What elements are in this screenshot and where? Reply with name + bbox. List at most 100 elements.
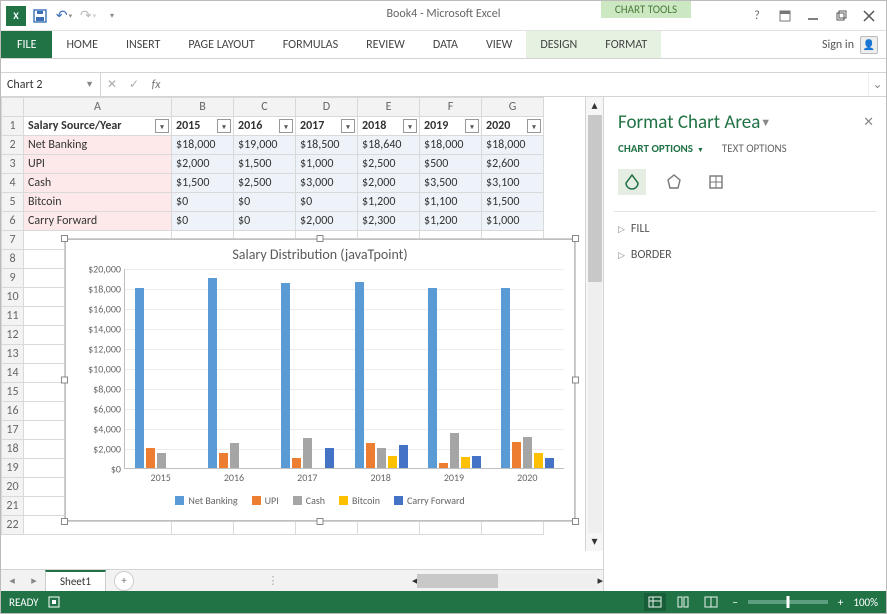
chart-legend[interactable]: Net BankingUPICashBitcoinCarry Forward bbox=[66, 494, 574, 507]
cell[interactable]: $1,000 bbox=[296, 155, 358, 174]
row-header[interactable]: 10 bbox=[2, 288, 24, 307]
chart-bar[interactable] bbox=[366, 443, 375, 468]
cell[interactable]: 2015▾ bbox=[172, 117, 234, 136]
cell[interactable]: $1,200 bbox=[420, 212, 482, 231]
row-header[interactable]: 8 bbox=[2, 250, 24, 269]
row-header[interactable]: 1 bbox=[2, 117, 24, 136]
cell[interactable]: $2,600 bbox=[482, 155, 544, 174]
sign-in-button[interactable]: Sign in 👤 bbox=[822, 31, 886, 58]
chart-bar[interactable] bbox=[545, 458, 554, 468]
chart-bar[interactable] bbox=[281, 283, 290, 468]
cell[interactable]: $3,100 bbox=[482, 174, 544, 193]
chart-bar[interactable] bbox=[377, 448, 386, 468]
cell[interactable]: Bitcoin bbox=[24, 193, 172, 212]
row-header[interactable]: 4 bbox=[2, 174, 24, 193]
cell[interactable]: $18,000 bbox=[482, 136, 544, 155]
sheet-nav-prev-icon[interactable]: ◂ bbox=[1, 574, 23, 587]
row-header[interactable]: 12 bbox=[2, 326, 24, 345]
row-header[interactable]: 16 bbox=[2, 402, 24, 421]
row-header[interactable]: 7 bbox=[2, 231, 24, 250]
cell[interactable]: $19,000 bbox=[234, 136, 296, 155]
chart-bar[interactable] bbox=[501, 288, 510, 468]
qat-undo-icon[interactable]: ↶▾ bbox=[53, 5, 75, 27]
cell[interactable]: $3,000 bbox=[296, 174, 358, 193]
macro-record-icon[interactable] bbox=[47, 595, 61, 609]
chart-title[interactable]: Salary Distribution (javaTpoint) bbox=[66, 240, 574, 265]
col-header-D[interactable]: D bbox=[296, 98, 358, 117]
row-header[interactable]: 22 bbox=[2, 516, 24, 535]
chart-bar[interactable] bbox=[355, 282, 364, 468]
enter-formula-icon[interactable]: ✓ bbox=[123, 77, 145, 92]
tab-home[interactable]: HOME bbox=[52, 31, 112, 58]
size-properties-icon[interactable] bbox=[702, 169, 730, 195]
cell[interactable]: $3,500 bbox=[420, 174, 482, 193]
cell[interactable]: 2016▾ bbox=[234, 117, 296, 136]
ribbon-display-options-icon[interactable] bbox=[772, 5, 798, 27]
cell[interactable]: Cash bbox=[24, 174, 172, 193]
select-all-corner[interactable] bbox=[2, 98, 24, 117]
cell[interactable]: $0 bbox=[172, 212, 234, 231]
chart-options-tab[interactable]: CHART OPTIONS▼ bbox=[618, 140, 704, 157]
text-options-tab[interactable]: TEXT OPTIONS bbox=[722, 140, 787, 157]
cell[interactable]: 2020▾ bbox=[482, 117, 544, 136]
cell[interactable]: 2018▾ bbox=[358, 117, 420, 136]
qat-redo-icon[interactable]: ↷▾ bbox=[77, 5, 99, 27]
scroll-down-icon[interactable]: ▾ bbox=[591, 533, 597, 551]
legend-item[interactable]: Bitcoin bbox=[339, 494, 380, 507]
filter-icon[interactable]: ▾ bbox=[155, 119, 169, 133]
row-header[interactable]: 9 bbox=[2, 269, 24, 288]
chart-bar[interactable] bbox=[534, 453, 543, 468]
chart-bar-group[interactable] bbox=[491, 269, 564, 468]
minimize-icon[interactable] bbox=[800, 5, 826, 27]
scroll-right-icon[interactable]: ▸ bbox=[597, 574, 603, 587]
chart-bar[interactable] bbox=[399, 445, 408, 468]
excel-app-icon[interactable]: X bbox=[5, 5, 27, 27]
chart-bar[interactable] bbox=[135, 288, 144, 468]
filter-icon[interactable]: ▾ bbox=[527, 119, 541, 133]
cell[interactable]: $2,000 bbox=[358, 174, 420, 193]
task-pane-options-icon[interactable]: ▼ bbox=[760, 116, 771, 129]
chart-bar[interactable] bbox=[439, 463, 448, 468]
page-layout-view-icon[interactable] bbox=[672, 593, 694, 611]
chart-bar[interactable] bbox=[512, 442, 521, 468]
filter-icon[interactable]: ▾ bbox=[465, 119, 479, 133]
cell[interactable]: $0 bbox=[296, 193, 358, 212]
cell[interactable]: 2017▾ bbox=[296, 117, 358, 136]
chart-bar[interactable] bbox=[325, 448, 334, 468]
chart-bar[interactable] bbox=[472, 456, 481, 468]
help-icon[interactable]: ? bbox=[744, 5, 770, 27]
chart-plot-area[interactable]: $0$2,000$4,000$6,000$8,000$10,000$12,000… bbox=[124, 269, 564, 469]
vertical-scrollbar[interactable]: ▴ ▾ bbox=[585, 97, 603, 551]
tab-formulas[interactable]: FORMULAS bbox=[269, 31, 352, 58]
scroll-up-icon[interactable]: ▴ bbox=[591, 97, 597, 115]
col-header-G[interactable]: G bbox=[482, 98, 544, 117]
row-header[interactable]: 17 bbox=[2, 421, 24, 440]
cell[interactable]: $1,500 bbox=[234, 155, 296, 174]
col-header-C[interactable]: C bbox=[234, 98, 296, 117]
zoom-out-icon[interactable]: − bbox=[728, 596, 741, 609]
col-header-E[interactable]: E bbox=[358, 98, 420, 117]
chart-bar[interactable] bbox=[461, 457, 470, 468]
chart-bar[interactable] bbox=[208, 278, 217, 468]
chart-bar[interactable] bbox=[450, 433, 459, 468]
qat-customize-icon[interactable]: ▾ bbox=[101, 5, 123, 27]
row-header[interactable]: 21 bbox=[2, 497, 24, 516]
qat-save-icon[interactable] bbox=[29, 5, 51, 27]
chart-bar[interactable] bbox=[428, 288, 437, 468]
chart-bar[interactable] bbox=[523, 437, 532, 468]
row-header[interactable]: 5 bbox=[2, 193, 24, 212]
name-box-dropdown-icon[interactable]: ▼ bbox=[85, 79, 94, 90]
legend-item[interactable]: UPI bbox=[252, 494, 279, 507]
tab-data[interactable]: DATA bbox=[419, 31, 472, 58]
cell[interactable]: UPI bbox=[24, 155, 172, 174]
cell[interactable]: $0 bbox=[172, 193, 234, 212]
row-header[interactable]: 18 bbox=[2, 440, 24, 459]
row-header[interactable]: 19 bbox=[2, 459, 24, 478]
formula-input[interactable] bbox=[167, 73, 868, 96]
col-header-B[interactable]: B bbox=[172, 98, 234, 117]
row-header[interactable]: 14 bbox=[2, 364, 24, 383]
row-header[interactable]: 20 bbox=[2, 478, 24, 497]
legend-item[interactable]: Net Banking bbox=[175, 494, 237, 507]
sheet-nav-next-icon[interactable]: ▸ bbox=[23, 574, 45, 587]
filter-icon[interactable]: ▾ bbox=[217, 119, 231, 133]
